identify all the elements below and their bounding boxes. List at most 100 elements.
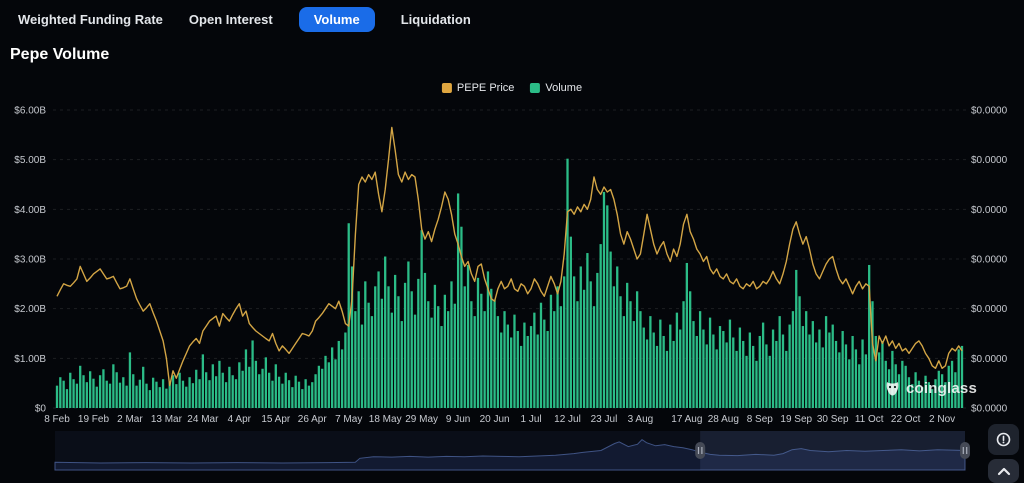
volume-bar[interactable] <box>801 326 805 408</box>
legend-item-volume[interactable]: Volume <box>530 82 582 94</box>
volume-bar[interactable] <box>400 321 403 408</box>
volume-bar[interactable] <box>307 385 311 408</box>
volume-bar[interactable] <box>493 299 496 408</box>
volume-bar[interactable] <box>954 372 957 408</box>
volume-bar[interactable] <box>271 380 274 408</box>
volume-bar[interactable] <box>519 345 523 408</box>
volume-bar[interactable] <box>148 390 151 408</box>
legend-item-pepe-price[interactable]: PEPE Price <box>441 82 514 94</box>
volume-bar[interactable] <box>937 370 940 408</box>
alert-button[interactable] <box>988 424 1019 455</box>
volume-bar[interactable] <box>161 379 165 408</box>
volume-bar[interactable] <box>510 337 513 408</box>
volume-bar[interactable] <box>771 329 775 408</box>
volume-bar[interactable] <box>752 345 755 408</box>
volume-bar[interactable] <box>128 352 132 408</box>
volume-bar[interactable] <box>894 364 897 408</box>
volume-bar[interactable] <box>380 298 384 408</box>
volume-bar[interactable] <box>523 322 526 408</box>
volume-bar[interactable] <box>370 316 374 408</box>
volume-bar[interactable] <box>901 360 904 408</box>
volume-bar[interactable] <box>181 380 185 408</box>
volume-bar[interactable] <box>294 375 297 408</box>
volume-bar[interactable] <box>877 352 881 408</box>
volume-bar[interactable] <box>274 364 277 408</box>
volume-bar[interactable] <box>917 380 921 408</box>
volume-bar[interactable] <box>85 382 88 408</box>
volume-bar[interactable] <box>732 337 735 408</box>
volume-bar[interactable] <box>330 347 334 408</box>
volume-bar[interactable] <box>89 371 92 408</box>
volume-bar[interactable] <box>72 379 75 408</box>
volume-bar[interactable] <box>221 372 224 408</box>
volume-bar[interactable] <box>466 264 470 408</box>
volume-bar[interactable] <box>450 281 453 408</box>
volume-bar[interactable] <box>645 339 649 408</box>
volume-bar[interactable] <box>108 383 112 408</box>
volume-bar[interactable] <box>602 191 606 408</box>
volume-bar[interactable] <box>132 374 135 408</box>
volume-bar[interactable] <box>785 350 788 408</box>
volume-bar[interactable] <box>526 335 529 408</box>
volume-bar[interactable] <box>765 344 768 408</box>
volume-bar[interactable] <box>659 319 662 408</box>
volume-bar[interactable] <box>337 340 340 408</box>
volume-bar[interactable] <box>705 344 708 408</box>
volume-bar[interactable] <box>778 316 781 408</box>
volume-bar[interactable] <box>317 365 321 408</box>
volume-bar[interactable] <box>145 383 148 408</box>
volume-bar[interactable] <box>420 230 423 408</box>
volume-bar[interactable] <box>758 335 761 408</box>
volume-bar[interactable] <box>652 332 655 408</box>
volume-bar[interactable] <box>566 158 569 408</box>
volume-bar[interactable] <box>685 262 689 408</box>
volume-bar[interactable] <box>55 385 59 408</box>
volume-bar[interactable] <box>639 311 642 408</box>
chart-navigator[interactable] <box>54 431 970 471</box>
volume-bar[interactable] <box>556 286 559 408</box>
volume-bar[interactable] <box>725 342 728 408</box>
volume-bar[interactable] <box>59 377 62 408</box>
volume-bar[interactable] <box>589 281 592 408</box>
volume-bar[interactable] <box>891 350 894 408</box>
volume-bar[interactable] <box>742 340 745 408</box>
volume-bar[interactable] <box>208 380 211 408</box>
volume-bar[interactable] <box>453 303 456 408</box>
volume-bar[interactable] <box>287 380 291 408</box>
volume-bar[interactable] <box>138 379 142 408</box>
volume-bar[interactable] <box>188 377 191 408</box>
volume-bar[interactable] <box>175 384 178 408</box>
volume-bar[interactable] <box>682 301 685 408</box>
volume-bar[interactable] <box>635 291 639 408</box>
volume-bar[interactable] <box>69 372 72 408</box>
volume-bar[interactable] <box>546 331 549 408</box>
volume-bar[interactable] <box>364 281 367 408</box>
volume-bar[interactable] <box>178 372 181 408</box>
volume-bar[interactable] <box>533 312 536 408</box>
volume-bar[interactable] <box>586 253 589 408</box>
volume-bar[interactable] <box>569 236 572 408</box>
tab-open-interest[interactable]: Open Interest <box>189 12 273 27</box>
volume-bar[interactable] <box>500 332 503 408</box>
volume-bar[interactable] <box>864 354 868 408</box>
volume-bar[interactable] <box>914 372 917 408</box>
volume-bar[interactable] <box>135 385 138 408</box>
volume-bar[interactable] <box>755 360 758 408</box>
volume-bar[interactable] <box>65 389 69 408</box>
volume-bar[interactable] <box>944 382 947 408</box>
volume-bar[interactable] <box>354 311 357 408</box>
volume-bar[interactable] <box>264 357 267 408</box>
volume-bar[interactable] <box>516 331 519 408</box>
volume-bar[interactable] <box>808 334 811 408</box>
volume-bar[interactable] <box>927 382 930 408</box>
volume-bar[interactable] <box>254 360 258 408</box>
volume-bar[interactable] <box>390 312 393 408</box>
volume-bar[interactable] <box>79 365 82 408</box>
volume-bar[interactable] <box>248 366 251 408</box>
volume-bar[interactable] <box>98 375 102 408</box>
volume-bar[interactable] <box>413 314 417 408</box>
volume-bar[interactable] <box>689 291 692 408</box>
volume-bar[interactable] <box>195 369 198 408</box>
volume-bar[interactable] <box>626 282 629 408</box>
volume-bar[interactable] <box>231 375 234 408</box>
